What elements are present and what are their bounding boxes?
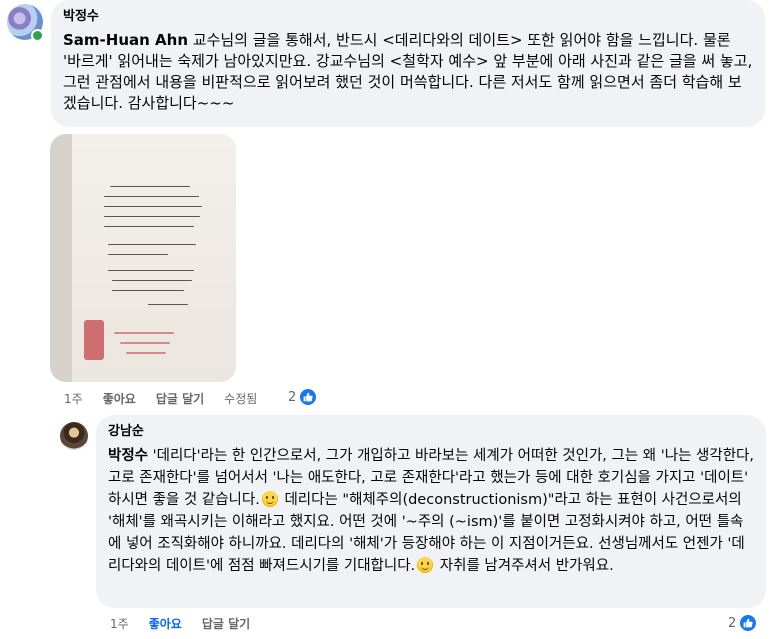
reply-button[interactable]: 답글 달기 [202,615,250,632]
reaction-count: 2 [288,389,297,405]
timestamp[interactable]: 1주 [110,615,129,632]
attached-photo[interactable] [50,134,236,382]
smiling-face-emoji-icon [261,491,278,507]
comment-bubble: 박정수 Sam-Huan Ahn 교수님의 글을 통해서, 반드시 <데리다와의… [51,0,765,127]
timestamp[interactable]: 1주 [64,390,83,407]
like-thumbs-up-icon [299,388,318,406]
avatar[interactable] [60,422,88,450]
comment-actions: 1주 좋아요 답글 달기 수정됨 [64,390,277,406]
comment-body-part: 자취를 남겨주셔서 반가워요. [435,558,614,574]
comment-text: 박정수 '데리다'라는 한 인간으로서, 그가 개입하고 바라보는 세계가 어떠… [108,445,754,577]
reaction-summary[interactable]: 2 [728,614,758,632]
like-button[interactable]: 좋아요 [149,615,182,632]
comment-author[interactable]: 강남순 [108,423,754,441]
like-thumbs-up-icon [739,614,758,632]
comment-actions: 1주 좋아요 답글 달기 [110,615,270,631]
signature [110,324,180,362]
like-button[interactable]: 좋아요 [103,390,136,407]
mention-link[interactable]: 박정수 [108,448,148,464]
mention-link[interactable]: Sam-Huan Ahn [63,31,188,49]
reply-button[interactable]: 답글 달기 [156,390,204,407]
smiling-face-emoji-icon [417,557,434,573]
reaction-summary[interactable]: 2 [288,388,318,406]
edited-label[interactable]: 수정됨 [224,390,257,407]
online-status-dot [31,29,44,42]
reaction-count: 2 [728,615,737,631]
red-seal-stamp [84,320,104,360]
comment-text: Sam-Huan Ahn 교수님의 글을 통해서, 반드시 <데리다와의 데이트… [63,30,753,114]
reply-bubble: 강남순 박정수 '데리다'라는 한 인간으로서, 그가 개입하고 바라보는 세계… [96,415,766,608]
comment-author[interactable]: 박정수 [63,8,753,26]
